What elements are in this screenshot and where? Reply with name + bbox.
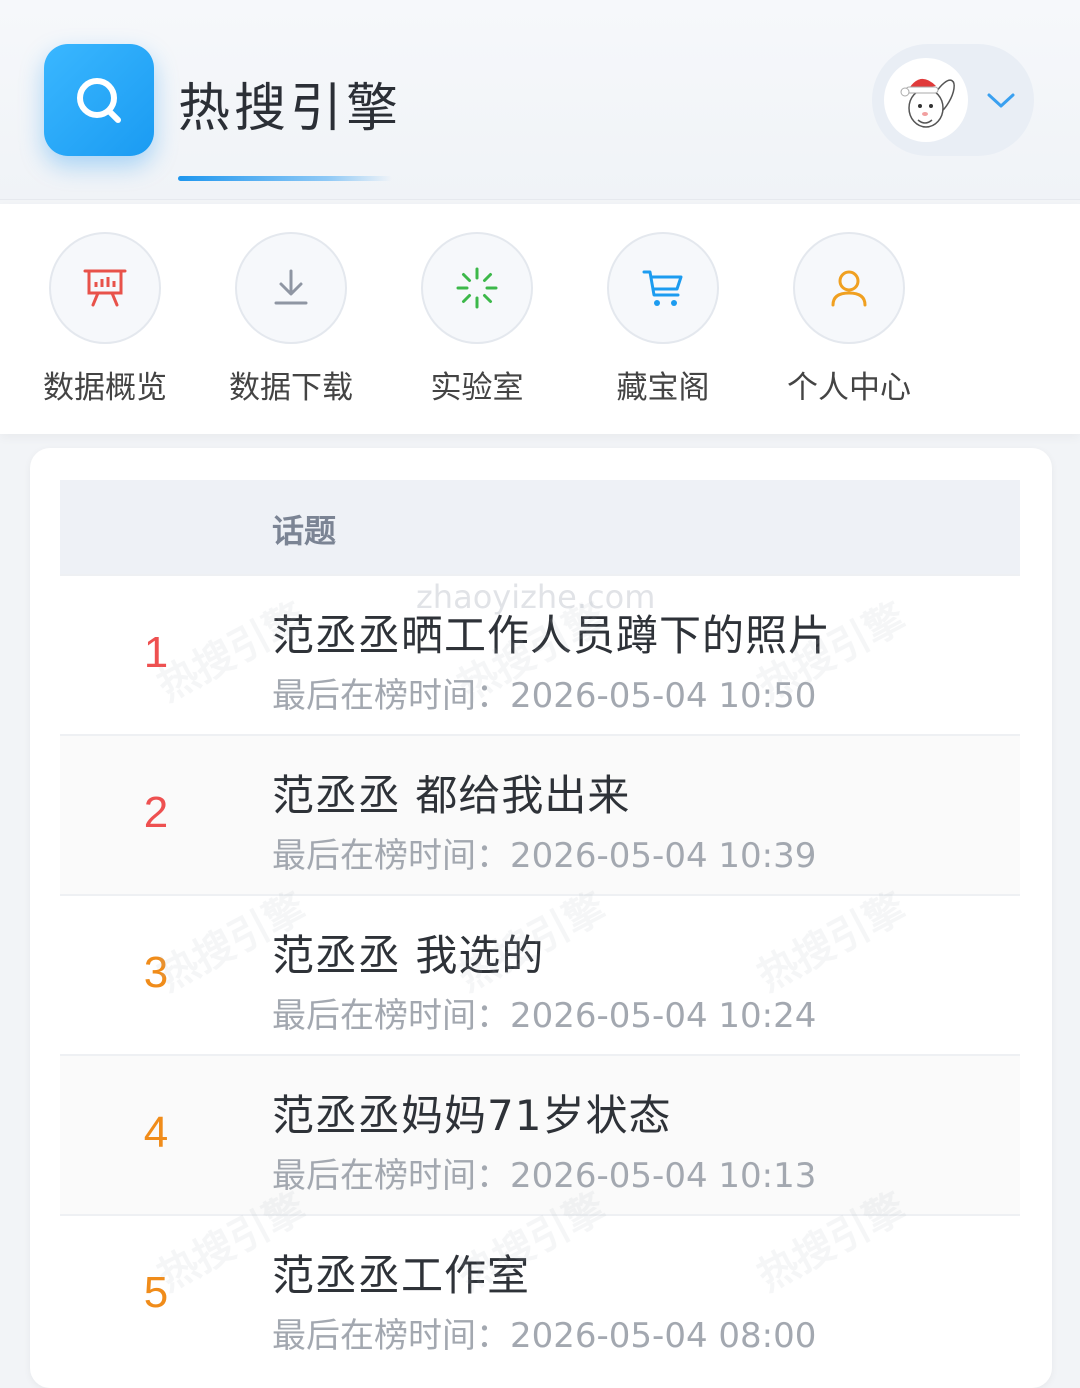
watermark-url: zhaoyizhe.com: [416, 578, 656, 616]
search-icon: [77, 78, 121, 123]
chevron-down-icon[interactable]: [984, 84, 1018, 118]
rank-number: 2: [143, 788, 169, 837]
rank-number: 1: [143, 628, 169, 677]
presentation-chart-icon: [83, 269, 127, 307]
topic-title[interactable]: 范丞丞工作室: [272, 1242, 530, 1303]
nav-item-lab[interactable]: 实验室: [392, 232, 562, 412]
nav-label: 实验室: [430, 370, 524, 406]
nav-icon-wrap: [421, 232, 533, 344]
nav-label: 藏宝阁: [616, 370, 710, 406]
user-icon: [831, 270, 867, 307]
quick-nav: 数据概览 数据下载 实验室 藏宝阁 个人中心: [0, 204, 1080, 434]
nav-icon-wrap: [49, 232, 161, 344]
rank-number: 5: [143, 1268, 169, 1317]
loading-spinner-icon: [456, 267, 498, 309]
nav-label: 数据下载: [229, 370, 353, 406]
nav-icon-wrap: [607, 232, 719, 344]
nav-icon-wrap: [235, 232, 347, 344]
avatar[interactable]: [884, 58, 968, 142]
nav-item-treasure[interactable]: 藏宝阁: [578, 232, 748, 412]
shopping-cart-icon: [642, 270, 683, 306]
nav-label: 数据概览: [43, 370, 167, 406]
nav-label: 个人中心: [787, 370, 911, 406]
table-row[interactable]: 2 范丞丞 都给我出来 最后在榜时间：2026-05-04 10:39: [60, 734, 1020, 894]
topic-title[interactable]: 范丞丞 我选的: [272, 922, 544, 983]
download-icon: [274, 269, 308, 305]
last-on-list-time: 最后在榜时间：2026-05-04 10:13: [272, 1156, 817, 1196]
title-underline: [178, 176, 392, 181]
user-menu[interactable]: [872, 44, 1034, 156]
topic-title[interactable]: 范丞丞妈妈71岁状态: [272, 1082, 671, 1143]
nav-item-data-overview[interactable]: 数据概览: [20, 232, 190, 412]
last-on-list-time: 最后在榜时间：2026-05-04 08:00: [272, 1316, 817, 1356]
app-header: 热搜引擎: [0, 0, 1080, 200]
last-on-list-time: 最后在榜时间：2026-05-04 10:24: [272, 996, 817, 1036]
nav-item-data-download[interactable]: 数据下载: [206, 232, 376, 412]
topic-title[interactable]: 范丞丞 都给我出来: [272, 762, 630, 823]
rank-number: 4: [143, 1108, 169, 1157]
app-title: 热搜引擎: [178, 79, 403, 139]
table-row[interactable]: 5 范丞丞工作室 最后在榜时间：2026-05-04 08:00: [60, 1214, 1020, 1374]
nav-item-profile[interactable]: 个人中心: [764, 232, 934, 412]
column-header-topic: 话题: [272, 512, 337, 550]
nav-icon-wrap: [793, 232, 905, 344]
last-on-list-time: 最后在榜时间：2026-05-04 10:39: [272, 836, 817, 876]
rank-number: 3: [143, 948, 169, 997]
table-row[interactable]: 4 范丞丞妈妈71岁状态 最后在榜时间：2026-05-04 10:13: [60, 1054, 1020, 1214]
bunny-avatar-icon: [900, 78, 955, 128]
table-header: 话题: [60, 480, 1020, 574]
table-row[interactable]: 3 范丞丞 我选的 最后在榜时间：2026-05-04 10:24: [60, 894, 1020, 1054]
app-logo[interactable]: [44, 44, 154, 156]
last-on-list-time: 最后在榜时间：2026-05-04 10:50: [272, 676, 817, 716]
